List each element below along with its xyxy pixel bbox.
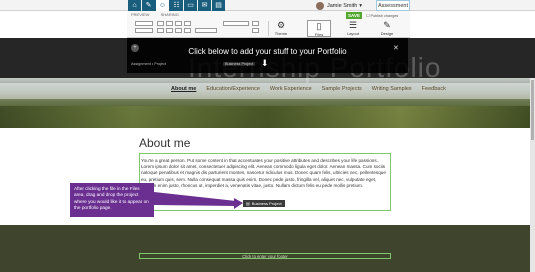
files-tray-overlay: + Click below to add your stuff to your … (127, 38, 408, 73)
annotation-callout: After clicking the file in the Files are… (70, 183, 154, 217)
dragged-file-label: Business Project (251, 201, 282, 206)
close-icon[interactable]: ✕ (393, 44, 399, 52)
assignment-item[interactable]: Assignment • Project (131, 62, 166, 66)
business-project-item[interactable]: Business Project (223, 62, 256, 66)
arrow-down-icon: ⬇ (261, 58, 269, 68)
dragged-file-chip[interactable]: ▤ Business Project (243, 200, 285, 207)
document-icon: ▤ (246, 201, 250, 206)
overlay-message: Click below to add your stuff to your Po… (188, 47, 347, 56)
